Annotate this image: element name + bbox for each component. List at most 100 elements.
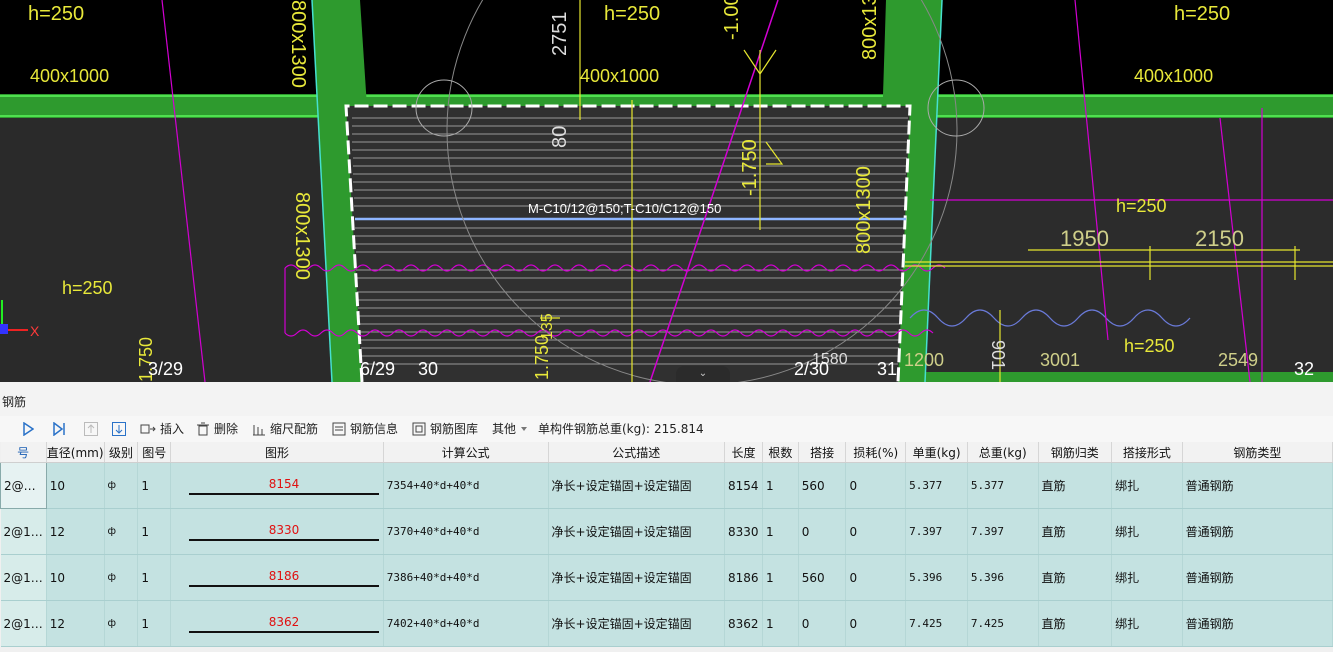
formula-cell[interactable]: 7402+40*d+40*d (383, 600, 549, 647)
rebar-type-cell[interactable]: 普通钢筋 (1182, 462, 1333, 509)
diameter-cell[interactable]: 12 (46, 600, 105, 647)
col-header-name[interactable]: 号 (0, 442, 47, 463)
total-weight-cell[interactable]: 7.425 (967, 600, 1039, 647)
rebar-type-cell[interactable]: 普通钢筋 (1182, 508, 1333, 555)
total-weight-cell[interactable]: 7.397 (967, 508, 1039, 555)
col-header-category[interactable]: 钢筋归类 (1038, 442, 1113, 463)
col-header-diameter[interactable]: 直径(mm) (46, 442, 105, 463)
rebar-info-button[interactable]: 钢筋信息 (332, 420, 398, 438)
unit-weight-cell[interactable]: 5.377 (905, 462, 968, 509)
rebar-type-cell[interactable]: 普通钢筋 (1182, 600, 1333, 647)
shape-cell[interactable]: 8154 (170, 462, 384, 509)
move-down-button[interactable] (112, 420, 126, 438)
unit-weight-cell[interactable]: 7.425 (905, 600, 968, 647)
grade-cell[interactable]: ф (104, 462, 139, 509)
count-cell[interactable]: 1 (762, 462, 799, 509)
figure-no-cell[interactable]: 1 (137, 554, 172, 601)
shape-cell[interactable]: 8330 (170, 508, 384, 555)
other-dropdown[interactable]: 其他 (492, 420, 528, 438)
length-cell[interactable]: 8330 (724, 508, 763, 555)
diameter-cell[interactable]: 10 (46, 554, 105, 601)
figure-no-cell[interactable]: 1 (137, 462, 172, 509)
col-header-formula-desc[interactable]: 公式描述 (548, 442, 725, 463)
rebar-library-button[interactable]: 钢筋图库 (412, 420, 478, 438)
total-weight-cell[interactable]: 5.396 (967, 554, 1039, 601)
col-header-rebar-type[interactable]: 钢筋类型 (1182, 442, 1333, 463)
row-name-cell[interactable]: 2@1… (0, 508, 47, 555)
axis-6-29: 6/29 (360, 359, 395, 379)
col-header-figure-no[interactable]: 图号 (137, 442, 172, 463)
cad-drawing-canvas[interactable]: h=250 h=250 h=250 h=250 h=250 h=250 400x… (0, 0, 1333, 382)
grade-cell[interactable]: ф (104, 600, 139, 647)
col-header-shape[interactable]: 图形 (170, 442, 384, 463)
insert-button[interactable]: 插入 (140, 420, 184, 438)
length-cell[interactable]: 8362 (724, 600, 763, 647)
lap-type-cell[interactable]: 绑扎 (1111, 508, 1183, 555)
diameter-cell[interactable]: 12 (46, 508, 105, 555)
loss-cell[interactable]: 0 (845, 554, 907, 601)
goto-last-button[interactable] (52, 420, 66, 438)
grade-cell[interactable]: ф (104, 554, 139, 601)
lap-type-cell[interactable]: 绑扎 (1111, 600, 1183, 647)
formula-desc-cell[interactable]: 净长+设定锚固+设定锚固 (548, 508, 725, 555)
rebar-type-cell[interactable]: 普通钢筋 (1182, 554, 1333, 601)
unit-weight-cell[interactable]: 5.396 (905, 554, 968, 601)
col-header-loss[interactable]: 损耗(%) (845, 442, 907, 463)
lap-cell[interactable]: 560 (798, 462, 847, 509)
category-cell[interactable]: 直筋 (1038, 554, 1113, 601)
grade-cell[interactable]: ф (104, 508, 139, 555)
table-row[interactable]: 2@1… 10 ф 1 8186 7386+40*d+40*d 净长+设定锚固+… (0, 554, 1333, 601)
col-header-lap-type[interactable]: 搭接形式 (1111, 442, 1183, 463)
category-cell[interactable]: 直筋 (1038, 508, 1113, 555)
unit-weight-cell[interactable]: 7.397 (905, 508, 968, 555)
loss-cell[interactable]: 0 (845, 600, 907, 647)
col-header-grade[interactable]: 级别 (104, 442, 139, 463)
lap-type-cell[interactable]: 绑扎 (1111, 462, 1183, 509)
col-header-formula[interactable]: 计算公式 (383, 442, 549, 463)
lap-cell[interactable]: 0 (798, 508, 847, 555)
diameter-cell[interactable]: 10 (46, 462, 105, 509)
row-name-cell[interactable]: 2@… (0, 462, 47, 509)
panel-collapse-handle[interactable]: ⌄ (676, 366, 730, 382)
formula-cell[interactable]: 7354+40*d+40*d (383, 462, 549, 509)
length-cell[interactable]: 8186 (724, 554, 763, 601)
shape-cell[interactable]: 8362 (170, 600, 384, 647)
col-header-length[interactable]: 长度 (724, 442, 763, 463)
lap-type-cell[interactable]: 绑扎 (1111, 554, 1183, 601)
row-name-cell[interactable]: 2@1… (0, 600, 47, 647)
formula-cell[interactable]: 7370+40*d+40*d (383, 508, 549, 555)
total-weight-cell[interactable]: 5.377 (967, 462, 1039, 509)
category-cell[interactable]: 直筋 (1038, 462, 1113, 509)
formula-desc-cell[interactable]: 净长+设定锚固+设定锚固 (548, 600, 725, 647)
formula-desc-cell[interactable]: 净长+设定锚固+设定锚固 (548, 554, 725, 601)
table-row[interactable]: 2@… 10 ф 1 8154 7354+40*d+40*d 净长+设定锚固+设… (0, 462, 1333, 509)
move-up-button[interactable] (84, 420, 98, 438)
count-cell[interactable]: 1 (762, 600, 799, 647)
rebar-table-container: 号 直径(mm) 级别 图号 图形 计算公式 公式描述 长度 根数 搭接 损耗(… (0, 442, 1333, 652)
formula-desc-cell[interactable]: 净长+设定锚固+设定锚固 (548, 462, 725, 509)
col-header-unit-weight[interactable]: 单重(kg) (905, 442, 968, 463)
table-row[interactable]: 2@1… 12 ф 1 8330 7370+40*d+40*d 净长+设定锚固+… (0, 508, 1333, 555)
rebar-note[interactable]: M-C10/12@150;T-C10/C12@150 (528, 201, 721, 216)
row-name-cell[interactable]: 2@1… (0, 554, 47, 601)
length-cell[interactable]: 8154 (724, 462, 763, 509)
loss-cell[interactable]: 0 (845, 508, 907, 555)
play-button[interactable] (22, 420, 34, 438)
col-header-lap[interactable]: 搭接 (798, 442, 847, 463)
figure-no-cell[interactable]: 1 (137, 600, 172, 647)
col-header-total-weight[interactable]: 总重(kg) (967, 442, 1039, 463)
cad-drawing-svg[interactable]: h=250 h=250 h=250 h=250 h=250 h=250 400x… (0, 0, 1333, 382)
loss-cell[interactable]: 0 (845, 462, 907, 509)
scale-rebar-button[interactable]: 缩尺配筋 (252, 420, 318, 438)
shape-cell[interactable]: 8186 (170, 554, 384, 601)
count-cell[interactable]: 1 (762, 508, 799, 555)
delete-button[interactable]: 删除 (196, 420, 238, 438)
table-row[interactable]: 2@1… 12 ф 1 8362 7402+40*d+40*d 净长+设定锚固+… (0, 600, 1333, 647)
count-cell[interactable]: 1 (762, 554, 799, 601)
category-cell[interactable]: 直筋 (1038, 600, 1113, 647)
lap-cell[interactable]: 0 (798, 600, 847, 647)
formula-cell[interactable]: 7386+40*d+40*d (383, 554, 549, 601)
figure-no-cell[interactable]: 1 (137, 508, 172, 555)
col-header-count[interactable]: 根数 (762, 442, 799, 463)
lap-cell[interactable]: 560 (798, 554, 847, 601)
